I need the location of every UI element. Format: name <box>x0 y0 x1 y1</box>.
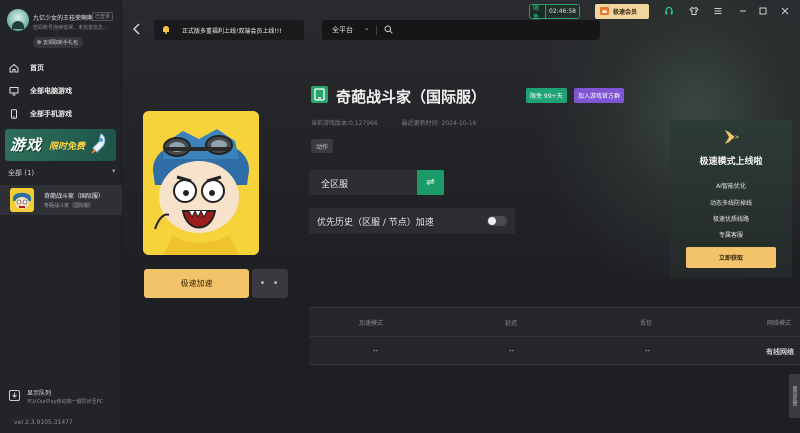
platform-select[interactable]: 全平台 <box>332 25 353 35</box>
phone-icon <box>9 109 19 119</box>
library-game-subtitle: 奇葩战斗家（国际服） <box>44 203 95 209</box>
free-days-badge: 限免 99+天 <box>526 88 567 103</box>
app-version: ver.2.3.9105.31477 <box>14 419 73 426</box>
user-name: 九亿少女的王桂荣啊啊 <box>33 15 94 22</box>
free-timer-badge[interactable]: 限免 02:46:58 <box>529 4 580 21</box>
feedback-button[interactable]: 意见反馈 <box>789 374 800 418</box>
close-icon[interactable] <box>778 4 792 18</box>
queue-subtitle: 可从OurPlay移动端一键同步至PC <box>27 399 104 405</box>
search-bar[interactable]: 全平台 ⌄ <box>322 20 600 40</box>
get-now-button[interactable]: 立即获取 <box>686 247 776 268</box>
nav-label-home: 首页 <box>30 64 44 72</box>
column-header: 延迟 <box>505 320 518 327</box>
home-icon <box>9 63 19 73</box>
free-games-banner[interactable]: 游戏 限时免费 <box>5 129 116 161</box>
library-game-item[interactable]: 奇葩战斗家（国际服） 奇葩战斗家（国际服） <box>0 185 122 215</box>
game-update-time: 最近更新时间: 2024-10-16 <box>401 120 477 127</box>
table-cell: -- <box>645 347 651 355</box>
avatar[interactable] <box>7 9 29 31</box>
column-header: 网络模式 <box>767 320 792 327</box>
vip-button-label: 极速会员 <box>613 9 638 16</box>
rocket-icon <box>87 132 109 160</box>
bell-icon <box>162 25 170 36</box>
region-label: 全区服 <box>321 180 349 190</box>
timer-value: 02:46:58 <box>545 5 579 18</box>
search-icon[interactable] <box>384 25 393 36</box>
timer-label: 限免 <box>533 4 540 21</box>
nav-item-home[interactable]: 首页 <box>0 59 122 77</box>
skin-icon[interactable] <box>687 4 701 18</box>
chevron-down-icon[interactable]: ⌄ <box>364 24 370 32</box>
user-level-badge: 已登录 <box>92 12 114 21</box>
nav-item-mobile-games[interactable]: 全部手机游戏 <box>0 105 122 123</box>
accelerate-button[interactable]: 极速加速 <box>144 269 249 298</box>
announcement-bar[interactable]: 正式版多重福利上线!双端会员上线!!! <box>154 20 304 40</box>
bind-phone-button[interactable]: 去领取新手礼包 <box>33 37 84 48</box>
history-priority-row: 优先历史（区服 / 节点）加速 <box>309 208 515 234</box>
card-title: 极速模式上线啦 <box>699 157 763 167</box>
more-options-button[interactable]: • • <box>252 269 288 298</box>
game-meta: 当前游戏版本:0.127966 最近更新时间: 2024-10-16 <box>311 118 498 127</box>
user-subtitle: 密码帐号连续错误，未完善信息... <box>33 25 108 31</box>
announcement-text: 正式版多重福利上线!双端会员上线!!! <box>182 27 282 35</box>
monitor-icon <box>9 86 19 96</box>
promo-title: 游戏 <box>10 136 43 154</box>
game-version: 当前游戏版本:0.127966 <box>311 120 378 127</box>
search-divider <box>376 25 377 35</box>
library-group-title: 全部 (1) <box>8 169 35 177</box>
history-priority-toggle[interactable] <box>487 216 507 226</box>
swap-icon[interactable]: ⇌ <box>417 170 444 195</box>
acceleration-status-table: 加速模式 延迟 丢包 网络模式 -- -- -- 有线网络 <box>309 307 800 365</box>
nav-label-pc-games: 全部电脑游戏 <box>30 87 72 95</box>
table-header: 加速模式 延迟 丢包 网络模式 <box>309 308 800 337</box>
queue-title[interactable]: 显示队列 <box>27 388 51 397</box>
column-header: 加速模式 <box>359 320 384 327</box>
game-platform-icon <box>311 86 328 103</box>
nav-item-pc-games[interactable]: 全部电脑游戏 <box>0 82 122 100</box>
menu-icon[interactable] <box>711 4 725 18</box>
download-queue-icon[interactable] <box>9 390 20 403</box>
vip-button[interactable]: 极速会员 <box>595 4 649 19</box>
table-cell: 有线网络 <box>766 348 794 356</box>
region-selector[interactable]: 全区服 ⇌ <box>309 170 444 195</box>
back-arrow-icon[interactable] <box>132 22 142 36</box>
game-cover-image <box>143 111 259 255</box>
speed-mode-promo-card: 极速模式上线啦 AI智能优化 动态多线防掉线 极速优质线路 专属客服 立即获取 <box>670 120 792 278</box>
promo-subtitle: 限时免费 <box>49 142 86 152</box>
vip-crown-icon <box>600 6 609 17</box>
minimize-icon[interactable] <box>736 4 750 18</box>
top-bar: 正式版多重福利上线!双端会员上线!!! 全平台 ⌄ 限免 02:46:58 极速… <box>122 0 800 40</box>
chevron-down-icon[interactable]: ▾ <box>112 167 116 175</box>
speed-logo-icon <box>721 126 743 150</box>
sidebar: 九亿少女的王桂荣啊啊 已登录 密码帐号连续错误，未完善信息... 去领取新手礼包… <box>0 0 122 433</box>
card-feature: 专属客服 <box>718 232 743 239</box>
library-game-name: 奇葩战斗家（国际服） <box>44 193 105 200</box>
headset-icon[interactable] <box>662 4 676 18</box>
column-header: 丢包 <box>640 320 653 327</box>
main-panel: 正式版多重福利上线!双端会员上线!!! 全平台 ⌄ 限免 02:46:58 极速… <box>122 0 800 433</box>
table-cell: -- <box>509 347 515 355</box>
card-feature: 极速优质线路 <box>712 216 749 223</box>
game-genre-tag[interactable]: 动作 <box>311 139 334 153</box>
app-window: 九亿少女的王桂荣啊啊 已登录 密码帐号连续错误，未完善信息... 去领取新手礼包… <box>0 0 800 433</box>
card-feature: 动态多线防掉线 <box>709 200 752 207</box>
game-title: 奇葩战斗家（国际服） <box>336 88 487 106</box>
join-group-button[interactable]: 加入游戏官方群 <box>574 88 625 103</box>
game-thumbnail <box>10 188 34 212</box>
table-cell: -- <box>373 347 379 355</box>
maximize-icon[interactable] <box>756 4 770 18</box>
toggle-knob <box>488 217 496 225</box>
card-feature: AI智能优化 <box>716 183 746 190</box>
nav-label-mobile-games: 全部手机游戏 <box>30 110 72 118</box>
history-priority-label: 优先历史（区服 / 节点）加速 <box>317 218 434 228</box>
